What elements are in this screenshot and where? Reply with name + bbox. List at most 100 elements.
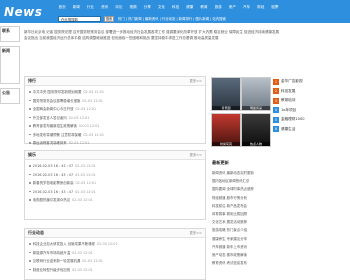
intro-paragraph: 新华社北京电 记者 国务院总理 召开国务院常务会议 部署进一步推动经济社会发展各…	[24, 30, 280, 40]
photo-thumb[interactable]: 背景图	[211, 77, 241, 111]
photo-caption: 明星风采	[242, 106, 270, 110]
list-item[interactable]: 制造业转型升级步伐加快 02-03 12:01	[29, 266, 201, 275]
list-item[interactable]: 电视剧热播引发观众热议 02-03 12:01	[29, 196, 201, 205]
list-item[interactable]: 教育资讯 考试信息发布	[212, 259, 314, 267]
nav-item[interactable]: 房产	[225, 4, 239, 10]
more-link[interactable]: 更多>>	[190, 229, 202, 237]
list-item[interactable]: 房产动态 楼市政策解读	[212, 251, 314, 259]
site-logo[interactable]: News	[4, 5, 42, 19]
bullet-icon	[29, 260, 31, 262]
more-link[interactable]: 更多>>	[190, 77, 202, 85]
bullet-icon	[29, 142, 31, 144]
list-item[interactable]: 文化艺术 展览活动推荐	[212, 218, 314, 226]
list-item[interactable]: 中共中央 国务院印发新规划纲要 02-03 12:01	[29, 88, 201, 97]
list-item[interactable]: 新春贺岁档电影票房创新高 02-03 12:01	[29, 179, 201, 188]
nav-item[interactable]: 科技	[169, 4, 183, 10]
section-title: 最新更新	[212, 160, 229, 165]
panel-title: 娱乐	[28, 152, 36, 157]
bullet-icon	[29, 91, 31, 93]
sidebar-box: 公告	[0, 88, 20, 104]
list-item[interactable]: 2016-02-03 16 : 43 : 47 02-03 12:01	[29, 171, 201, 180]
list-item[interactable]: 新能源汽车市场持续升温 02-03 12:01	[29, 249, 201, 258]
rank-number: 5	[273, 116, 279, 123]
sidebar-box-title: 新闻	[2, 48, 10, 53]
list-item[interactable]: 国务院常务会议部署稳增长措施 02-03 12:01	[29, 97, 201, 106]
rank-item[interactable]: 1 金华广告影视	[273, 77, 317, 87]
photo-thumb[interactable]: 明星风采	[241, 77, 271, 111]
bullet-icon	[29, 116, 31, 119]
hot-links[interactable]: 热门 | 热门新闻 | 最新资讯 | 行业动态 | 新闻排行 | 图片新闻 | …	[118, 17, 226, 22]
panel-title: 排行	[28, 78, 36, 83]
news-list: 2016-02-03 16 : 43 : 47 02-03 12:01 2016-…	[25, 160, 205, 207]
nav-item[interactable]: 评论	[112, 4, 126, 10]
bullet-icon	[29, 99, 31, 102]
rank-item[interactable]: 4 1o年项目	[273, 106, 317, 116]
news-list: 科技企业加大研发投入 创新成果不断涌现 02-03 12:01 新能源汽车市场持续…	[25, 238, 205, 276]
rank-number: 3	[273, 97, 279, 104]
list-item[interactable]: 多地发布寒潮预警 注意防寒保暖 02-03 12:01	[29, 131, 201, 140]
entertainment-panel: 娱乐 更多>> 2016-02-03 16 : 43 : 47 02-03 12:…	[24, 150, 206, 220]
bullet-icon	[29, 251, 31, 254]
list-item[interactable]: 2016-02-03 16 : 43 : 47 02-03 12:01	[29, 188, 201, 197]
sidebar-box-title: 联系	[2, 28, 10, 33]
bullet-icon	[29, 199, 31, 201]
list-item[interactable]: 春运返程客流高峰到来 02-03 12:01	[29, 139, 201, 148]
list-item[interactable]: 2016-02-03 16 : 43 : 47 02-03 12:01	[29, 162, 201, 171]
photo-thumb[interactable]: 时尚写真	[211, 113, 241, 147]
panel-header: 娱乐 更多>>	[25, 151, 205, 160]
rank-item[interactable]: 3 教育培训	[273, 96, 317, 106]
panel-header: 排行 更多>>	[25, 77, 205, 86]
hot-news-panel: 排行 更多>> 中共中央 国务院印发新规划纲要 02-03 12:01 国务院常务…	[24, 76, 206, 145]
list-item[interactable]: 教育部发布最新招生政策解读 02-03 12:01	[29, 122, 201, 131]
search-button[interactable]: 搜索	[104, 16, 114, 22]
sidebar-box-title: 公告	[2, 90, 10, 95]
list-item[interactable]: 外交部发言人答记者问 02-03 12:01	[29, 114, 201, 123]
nav-item[interactable]: 资讯	[98, 4, 112, 10]
panel-header: 行业动态 更多>>	[25, 229, 205, 238]
photo-thumb[interactable]: 热点人物	[241, 113, 271, 147]
nav-item[interactable]: 文化	[154, 4, 168, 10]
photo-caption: 时尚写真	[212, 142, 240, 146]
bullet-icon	[29, 165, 31, 167]
rank-item[interactable]: 5 金融理财1000	[273, 115, 317, 125]
nav-item[interactable]: 首页	[55, 4, 69, 10]
photo-caption: 背景图	[212, 106, 240, 110]
ranking-list: 1 金华广告影视 2 科技发展 3 教育培训 4 1o年项目 5 金融理财1000 6 健康…	[273, 77, 317, 134]
list-item[interactable]: 财经频道 股市行情分析	[212, 194, 314, 202]
list-item[interactable]: 健康养生 专家建议分享	[212, 235, 314, 243]
nav-item[interactable]: 分享	[140, 4, 154, 10]
list-item[interactable]: 国内各地区新闻快讯汇总	[212, 177, 314, 185]
nav-item[interactable]: 股票	[268, 4, 282, 10]
list-item[interactable]: 体育赛事 精彩比赛回顾	[212, 210, 314, 218]
nav-item[interactable]: 行业	[83, 4, 97, 10]
more-link[interactable]: 更多>>	[190, 151, 202, 159]
top-bar: News 首页 新闻 行业 资讯 评论 视频 分享 文化 科技 健康 教育 旅游…	[0, 0, 350, 23]
list-item[interactable]: 新闻资讯 最新动态实时更新	[212, 169, 314, 177]
list-item[interactable]: 旅游攻略 热门景点介绍	[212, 226, 314, 234]
list-item[interactable]: 科技前沿 新产品发布会	[212, 202, 314, 210]
main-nav: 首页 新闻 行业 资讯 评论 视频 分享 文化 科技 健康 教育 旅游 房产 汽…	[55, 4, 282, 10]
nav-item[interactable]: 视频	[126, 4, 140, 10]
list-item[interactable]: 科技企业加大研发投入 创新成果不断涌现 02-03 12:01	[29, 240, 201, 249]
list-item[interactable]: 互联网行业迎来新一轮发展机遇 02-03 12:01	[29, 257, 201, 266]
news-list: 中共中央 国务院印发新规划纲要 02-03 12:01 国务院常务会议部署稳增长措…	[25, 86, 205, 150]
list-item[interactable]: 汽车频道 新车上市资讯	[212, 243, 314, 251]
rank-item[interactable]: 2 科技发展	[273, 87, 317, 97]
panel-title: 行业动态	[28, 230, 44, 235]
nav-item[interactable]: 教育	[197, 4, 211, 10]
rank-number: 6	[273, 126, 279, 133]
nav-item[interactable]: 新闻	[69, 4, 83, 10]
bullet-icon	[29, 108, 31, 110]
nav-item[interactable]: 财经	[254, 4, 268, 10]
bullet-icon	[29, 268, 31, 271]
sidebar-box: 新闻	[0, 46, 20, 84]
rank-number: 2	[273, 88, 279, 95]
list-item[interactable]: 国际要闻 全球时事热点追踪	[212, 185, 314, 193]
rank-item[interactable]: 6 健康生活	[273, 125, 317, 135]
search-input[interactable]: 在此搜搜新	[58, 16, 101, 22]
nav-item[interactable]: 汽车	[239, 4, 253, 10]
nav-item[interactable]: 旅游	[211, 4, 225, 10]
list-item[interactable]: 全国两会新闻中心今日开放 02-03 12:01	[29, 105, 201, 114]
nav-item[interactable]: 健康	[183, 4, 197, 10]
bullet-icon	[29, 173, 31, 176]
